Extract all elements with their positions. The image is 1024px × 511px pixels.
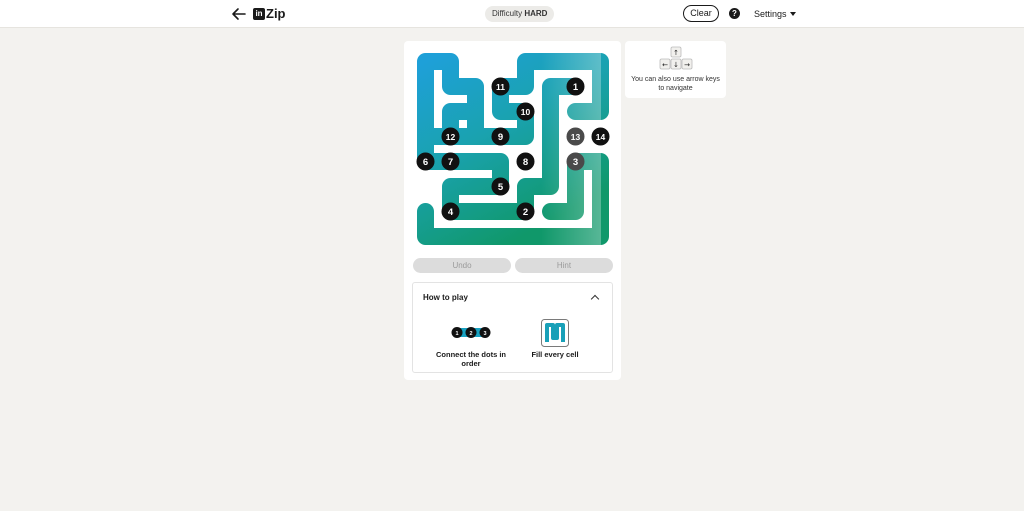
dot-label: 10 <box>521 107 531 117</box>
caret-down-icon <box>789 12 796 16</box>
dot-11[interactable]: 11 <box>491 77 510 96</box>
dot-label: 6 <box>423 157 428 168</box>
dot-label: 8 <box>523 157 528 168</box>
key-up: ↑ <box>673 49 679 57</box>
dot-label: 1 <box>573 82 579 93</box>
key-down: ↓ <box>673 61 679 69</box>
dot-5[interactable]: 5 <box>491 177 510 196</box>
dot-label: 4 <box>448 207 454 218</box>
dot-label: 12 <box>446 132 456 142</box>
step-dot-2: 2 <box>469 331 472 337</box>
how-to-play-panel: How to play 1 2 3 Connect the dots in or… <box>412 282 613 373</box>
dot-9[interactable]: 9 <box>491 127 510 146</box>
connect-dots-icon: 1 2 3 <box>451 327 491 338</box>
step-dot-3: 3 <box>483 331 486 337</box>
fill-grid-icon <box>541 319 569 347</box>
settings-label: Settings <box>754 9 787 19</box>
key-right: → <box>684 61 690 69</box>
how-to-play-title: How to play <box>423 293 468 302</box>
dot-1[interactable]: 1 <box>566 77 585 96</box>
top-bar: in Zip Difficulty HARD Clear ? Settings <box>0 0 1024 28</box>
dot-14[interactable]: 14 <box>591 127 610 146</box>
step-fill-cells: Fill every cell <box>510 318 600 359</box>
dot-label: 7 <box>448 157 453 168</box>
dot-7[interactable]: 7 <box>441 152 460 171</box>
help-icon[interactable]: ? <box>729 8 740 19</box>
keyboard-hint-card: ↑ ← ↓ → You can also use arrow keys to n… <box>625 41 726 98</box>
settings-menu[interactable]: Settings <box>754 9 796 19</box>
step-connect-label: Connect the dots in order <box>436 350 506 368</box>
step-dot-1: 1 <box>455 331 458 337</box>
dot-10[interactable]: 10 <box>516 102 535 121</box>
key-left: ← <box>662 61 668 69</box>
difficulty-value: HARD <box>524 9 548 18</box>
difficulty-badge: Difficulty HARD <box>485 6 555 22</box>
game-title: Zip <box>266 6 286 21</box>
dot-label: 11 <box>496 82 505 92</box>
keyboard-hint-text: You can also use arrow keys to navigate <box>631 76 720 92</box>
linkedin-logo-icon: in <box>253 8 265 20</box>
hint-button[interactable]: Hint <box>515 258 613 273</box>
dot-label: 9 <box>498 132 503 143</box>
dot-label: 2 <box>523 207 528 218</box>
dot-2[interactable]: 2 <box>516 202 535 221</box>
dot-label: 14 <box>596 132 606 142</box>
dot-8[interactable]: 8 <box>516 152 535 171</box>
game-card: 1 2 3 4 5 6 7 8 9 10 11 12 13 14 Undo Hint How to pla… <box>404 41 621 380</box>
dot-label: 3 <box>573 157 578 168</box>
dot-6[interactable]: 6 <box>416 152 435 171</box>
difficulty-label: Difficulty <box>492 9 523 18</box>
dot-13[interactable]: 13 <box>566 127 585 146</box>
dot-label: 5 <box>498 182 504 193</box>
step-fill-label: Fill every cell <box>531 350 579 359</box>
arrow-keys-icon: ↑ ← ↓ → <box>659 46 693 70</box>
dot-12[interactable]: 12 <box>441 127 460 146</box>
zip-board[interactable]: 123456 7 89101112 13 14 <box>413 49 613 249</box>
dot-3[interactable]: 3 <box>566 152 585 171</box>
dot-4[interactable]: 4 <box>441 202 460 221</box>
clear-button[interactable]: Clear <box>683 5 719 22</box>
chevron-up-icon[interactable] <box>590 294 600 304</box>
dot-label: 13 <box>571 132 581 142</box>
step-connect-dots: 1 2 3 Connect the dots in order <box>426 318 516 368</box>
back-arrow-icon[interactable] <box>230 5 248 23</box>
undo-button[interactable]: Undo <box>413 258 511 273</box>
